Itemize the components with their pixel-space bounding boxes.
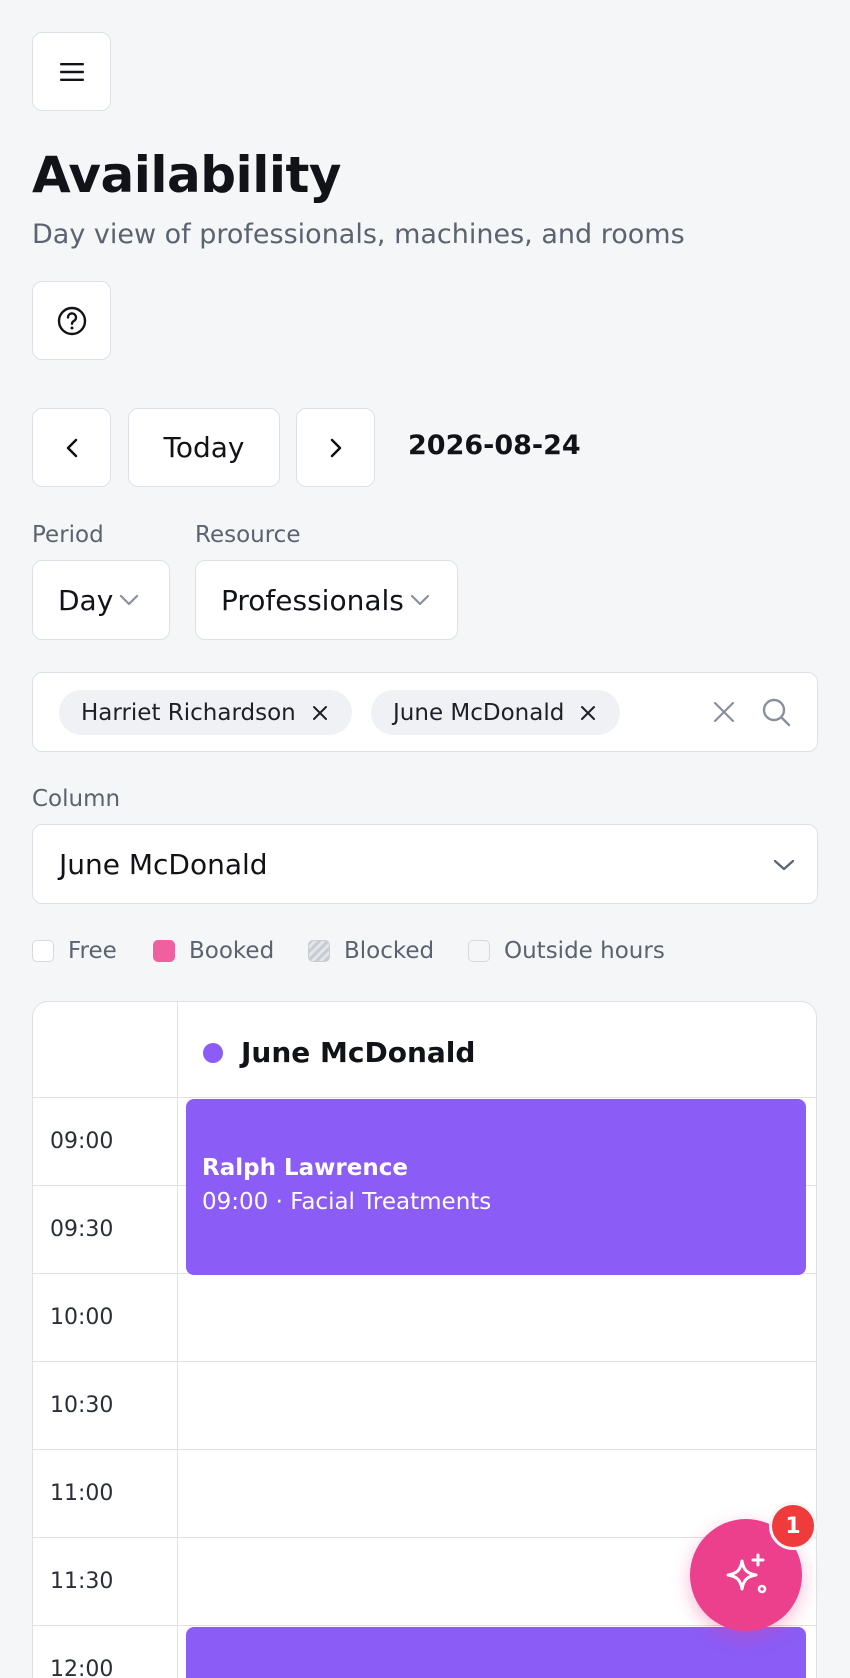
chevron-left-icon	[66, 438, 77, 457]
menu-icon	[59, 62, 84, 81]
prev-day-button[interactable]	[32, 408, 111, 487]
resource-value: Professionals	[221, 583, 404, 617]
resource-label: Resource	[195, 522, 301, 548]
search-icon[interactable]	[761, 697, 791, 727]
resource-select[interactable]: Professionals	[195, 560, 458, 640]
help-button[interactable]	[32, 281, 111, 360]
column-select[interactable]: June McDonald	[32, 824, 818, 904]
menu-button[interactable]	[32, 32, 111, 111]
next-day-button[interactable]	[296, 408, 375, 487]
column-header-name: June McDonald	[241, 1036, 476, 1069]
legend-label: Outside hours	[504, 938, 665, 964]
time-label: 10:00	[50, 1305, 114, 1330]
chevron-down-icon	[773, 859, 795, 871]
legend-free: Free	[32, 938, 117, 964]
sparkles-icon	[726, 1553, 767, 1594]
period-value: Day	[58, 583, 114, 617]
appointment-block[interactable]	[186, 1627, 806, 1678]
chip-label: Harriet Richardson	[81, 699, 296, 726]
legend-label: Blocked	[344, 938, 435, 964]
today-button[interactable]: Today	[128, 408, 280, 487]
chevron-down-icon	[410, 594, 429, 606]
period-select[interactable]: Day	[32, 560, 170, 640]
appointment-detail: 09:00 · Facial Treatments	[202, 1189, 492, 1215]
time-slot: 10:00	[33, 1274, 816, 1362]
column-label: Column	[32, 786, 121, 812]
resource-filter-input[interactable]: Harriet Richardson June McDonald	[32, 672, 818, 752]
chip-june-mcdonald: June McDonald	[371, 690, 621, 735]
legend-label: Free	[68, 938, 117, 964]
appointment-client: Ralph Lawrence	[202, 1155, 408, 1181]
page-subtitle: Day view of professionals, machines, and…	[32, 219, 685, 250]
time-label: 10:30	[50, 1393, 114, 1418]
column-color-dot	[203, 1042, 223, 1063]
column-value: June McDonald	[59, 847, 268, 881]
slot-cell[interactable]	[178, 1274, 816, 1361]
legend-swatch	[308, 940, 330, 962]
slot-cell[interactable]	[178, 1362, 816, 1449]
close-icon[interactable]	[312, 705, 328, 721]
chevron-down-icon	[120, 594, 139, 606]
chip-harriet-richardson: Harriet Richardson	[59, 690, 352, 735]
legend-outside-hours: Outside hours	[468, 938, 665, 964]
page-title: Availability	[32, 146, 341, 204]
time-slot: 10:30	[33, 1362, 816, 1450]
notification-badge: 1	[769, 1502, 817, 1550]
chevron-right-icon	[330, 438, 341, 457]
close-icon[interactable]	[713, 701, 735, 723]
legend-label: Booked	[189, 938, 275, 964]
chip-label: June McDonald	[393, 699, 565, 726]
legend-booked: Booked	[153, 938, 274, 964]
column-header: June McDonald	[203, 1036, 475, 1069]
appointment-block[interactable]: Ralph Lawrence 09:00 · Facial Treatments	[186, 1099, 806, 1275]
time-label: 09:00	[50, 1129, 114, 1154]
time-label: 11:00	[50, 1481, 114, 1506]
current-date: 2026-08-24	[408, 430, 581, 461]
time-label: 11:30	[50, 1569, 114, 1594]
legend-blocked: Blocked	[308, 938, 434, 964]
time-label: 09:30	[50, 1217, 114, 1242]
time-slot: 11:00	[33, 1450, 816, 1538]
help-circle-icon	[57, 306, 86, 335]
close-icon[interactable]	[580, 705, 596, 721]
period-label: Period	[32, 522, 104, 548]
calendar-header: June McDonald	[33, 1002, 816, 1098]
legend-swatch	[153, 940, 175, 962]
legend-swatch	[32, 940, 54, 962]
time-label: 12:00	[50, 1657, 114, 1678]
legend-swatch	[468, 940, 490, 962]
